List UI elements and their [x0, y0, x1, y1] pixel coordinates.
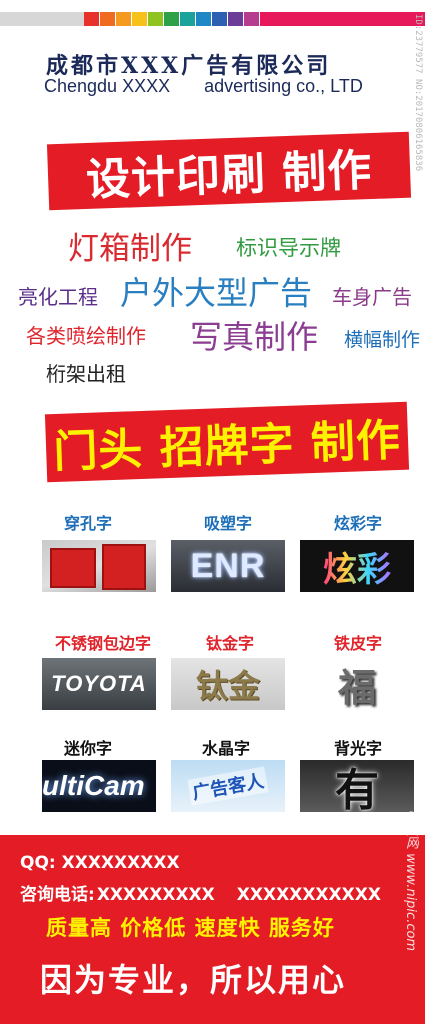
- product-photo-backlit: 有: [300, 760, 414, 812]
- product-title-stainless: 不锈钢包边字: [54, 634, 151, 653]
- image-id-watermark: ID:23779577 NO:20170806165836: [413, 14, 423, 172]
- stripe-grey-block: [0, 12, 84, 26]
- product-photo-stainless: TOYOTA: [42, 658, 156, 710]
- product-title-titanium: 钛金字: [205, 634, 254, 653]
- service-lightbox: 灯箱制作: [68, 231, 192, 267]
- product-photo-colorful-text: 炫彩: [323, 542, 391, 591]
- product-title-mini: 迷你字: [63, 739, 112, 758]
- service-signage: 标识导示牌: [236, 236, 341, 260]
- stripe-swatch: [100, 12, 115, 26]
- stripe-swatch: [180, 12, 195, 26]
- stripe-swatch: [212, 12, 227, 26]
- company-name-en: Chengdu XXXX advertising co., LTD: [44, 76, 363, 97]
- service-lighting: 亮化工程: [18, 285, 98, 309]
- product-photo-mini: ultiCam: [42, 760, 156, 812]
- stripe-swatch: [116, 12, 131, 26]
- product-photo-crystal-text: 广告客人: [187, 766, 269, 806]
- product-title-colorful: 炫彩字: [333, 514, 382, 533]
- product-photo-crystal: 广告客人: [171, 760, 285, 812]
- stripe-swatch: [148, 12, 163, 26]
- product-photo-colorful: 炫彩: [300, 540, 414, 592]
- phone-number-2: XXXXXXXXXXX: [236, 885, 381, 905]
- tagline: 因为专业，所以用心: [40, 961, 347, 999]
- stripe-swatch: [244, 12, 259, 26]
- stripe-swatch: [164, 12, 179, 26]
- product-title-blister: 吸塑字: [203, 514, 252, 533]
- product-photo-perforated: [42, 540, 156, 592]
- print-design-banner: 设计印刷 制作: [46, 131, 412, 211]
- stripe-swatch: [196, 12, 211, 26]
- service-vehicle-ads: 车身广告: [332, 285, 412, 309]
- color-stripe: [0, 12, 425, 26]
- product-photo-blister: ENR: [171, 540, 285, 592]
- consult-phone: 咨询电话: XXXXXXXXX XXXXXXXXXXX: [20, 880, 381, 905]
- service-truss-rental: 桁架出租: [46, 362, 126, 386]
- product-title-backlit: 背光字: [333, 739, 382, 758]
- stripe-pink-bar: [260, 12, 425, 26]
- product-title-crystal: 水晶字: [201, 739, 250, 758]
- stripe-swatch: [84, 12, 99, 26]
- phone-label: 咨询电话:: [20, 885, 95, 905]
- product-title-iron: 铁皮字: [333, 634, 382, 653]
- product-photo-iron: 福: [300, 658, 414, 710]
- product-photo-titanium: 钛金: [171, 658, 285, 710]
- company-name-en-part1: Chengdu XXXX: [44, 76, 171, 96]
- service-inkjet: 各类喷绘制作: [26, 324, 146, 348]
- company-name-en-part2: advertising co., LTD: [204, 76, 363, 96]
- service-banner: 横幅制作: [344, 329, 421, 351]
- phone-number-1: XXXXXXXXX: [96, 885, 215, 905]
- stripe-swatch: [228, 12, 243, 26]
- service-outdoor-ads: 户外大型广告: [120, 274, 313, 312]
- qq-number: QQ: XXXXXXXXX: [20, 853, 180, 873]
- product-title-perforated: 穿孔字: [63, 514, 112, 533]
- service-slogan: 质量高 价格低 速度快 服务好: [46, 916, 335, 940]
- service-photo-print: 写真制作: [190, 318, 319, 356]
- stripe-swatch: [132, 12, 147, 26]
- site-watermark: 昵图网 www.nipic.com: [403, 810, 418, 952]
- storefront-sign-banner: 门头 招牌字 制作: [44, 401, 410, 483]
